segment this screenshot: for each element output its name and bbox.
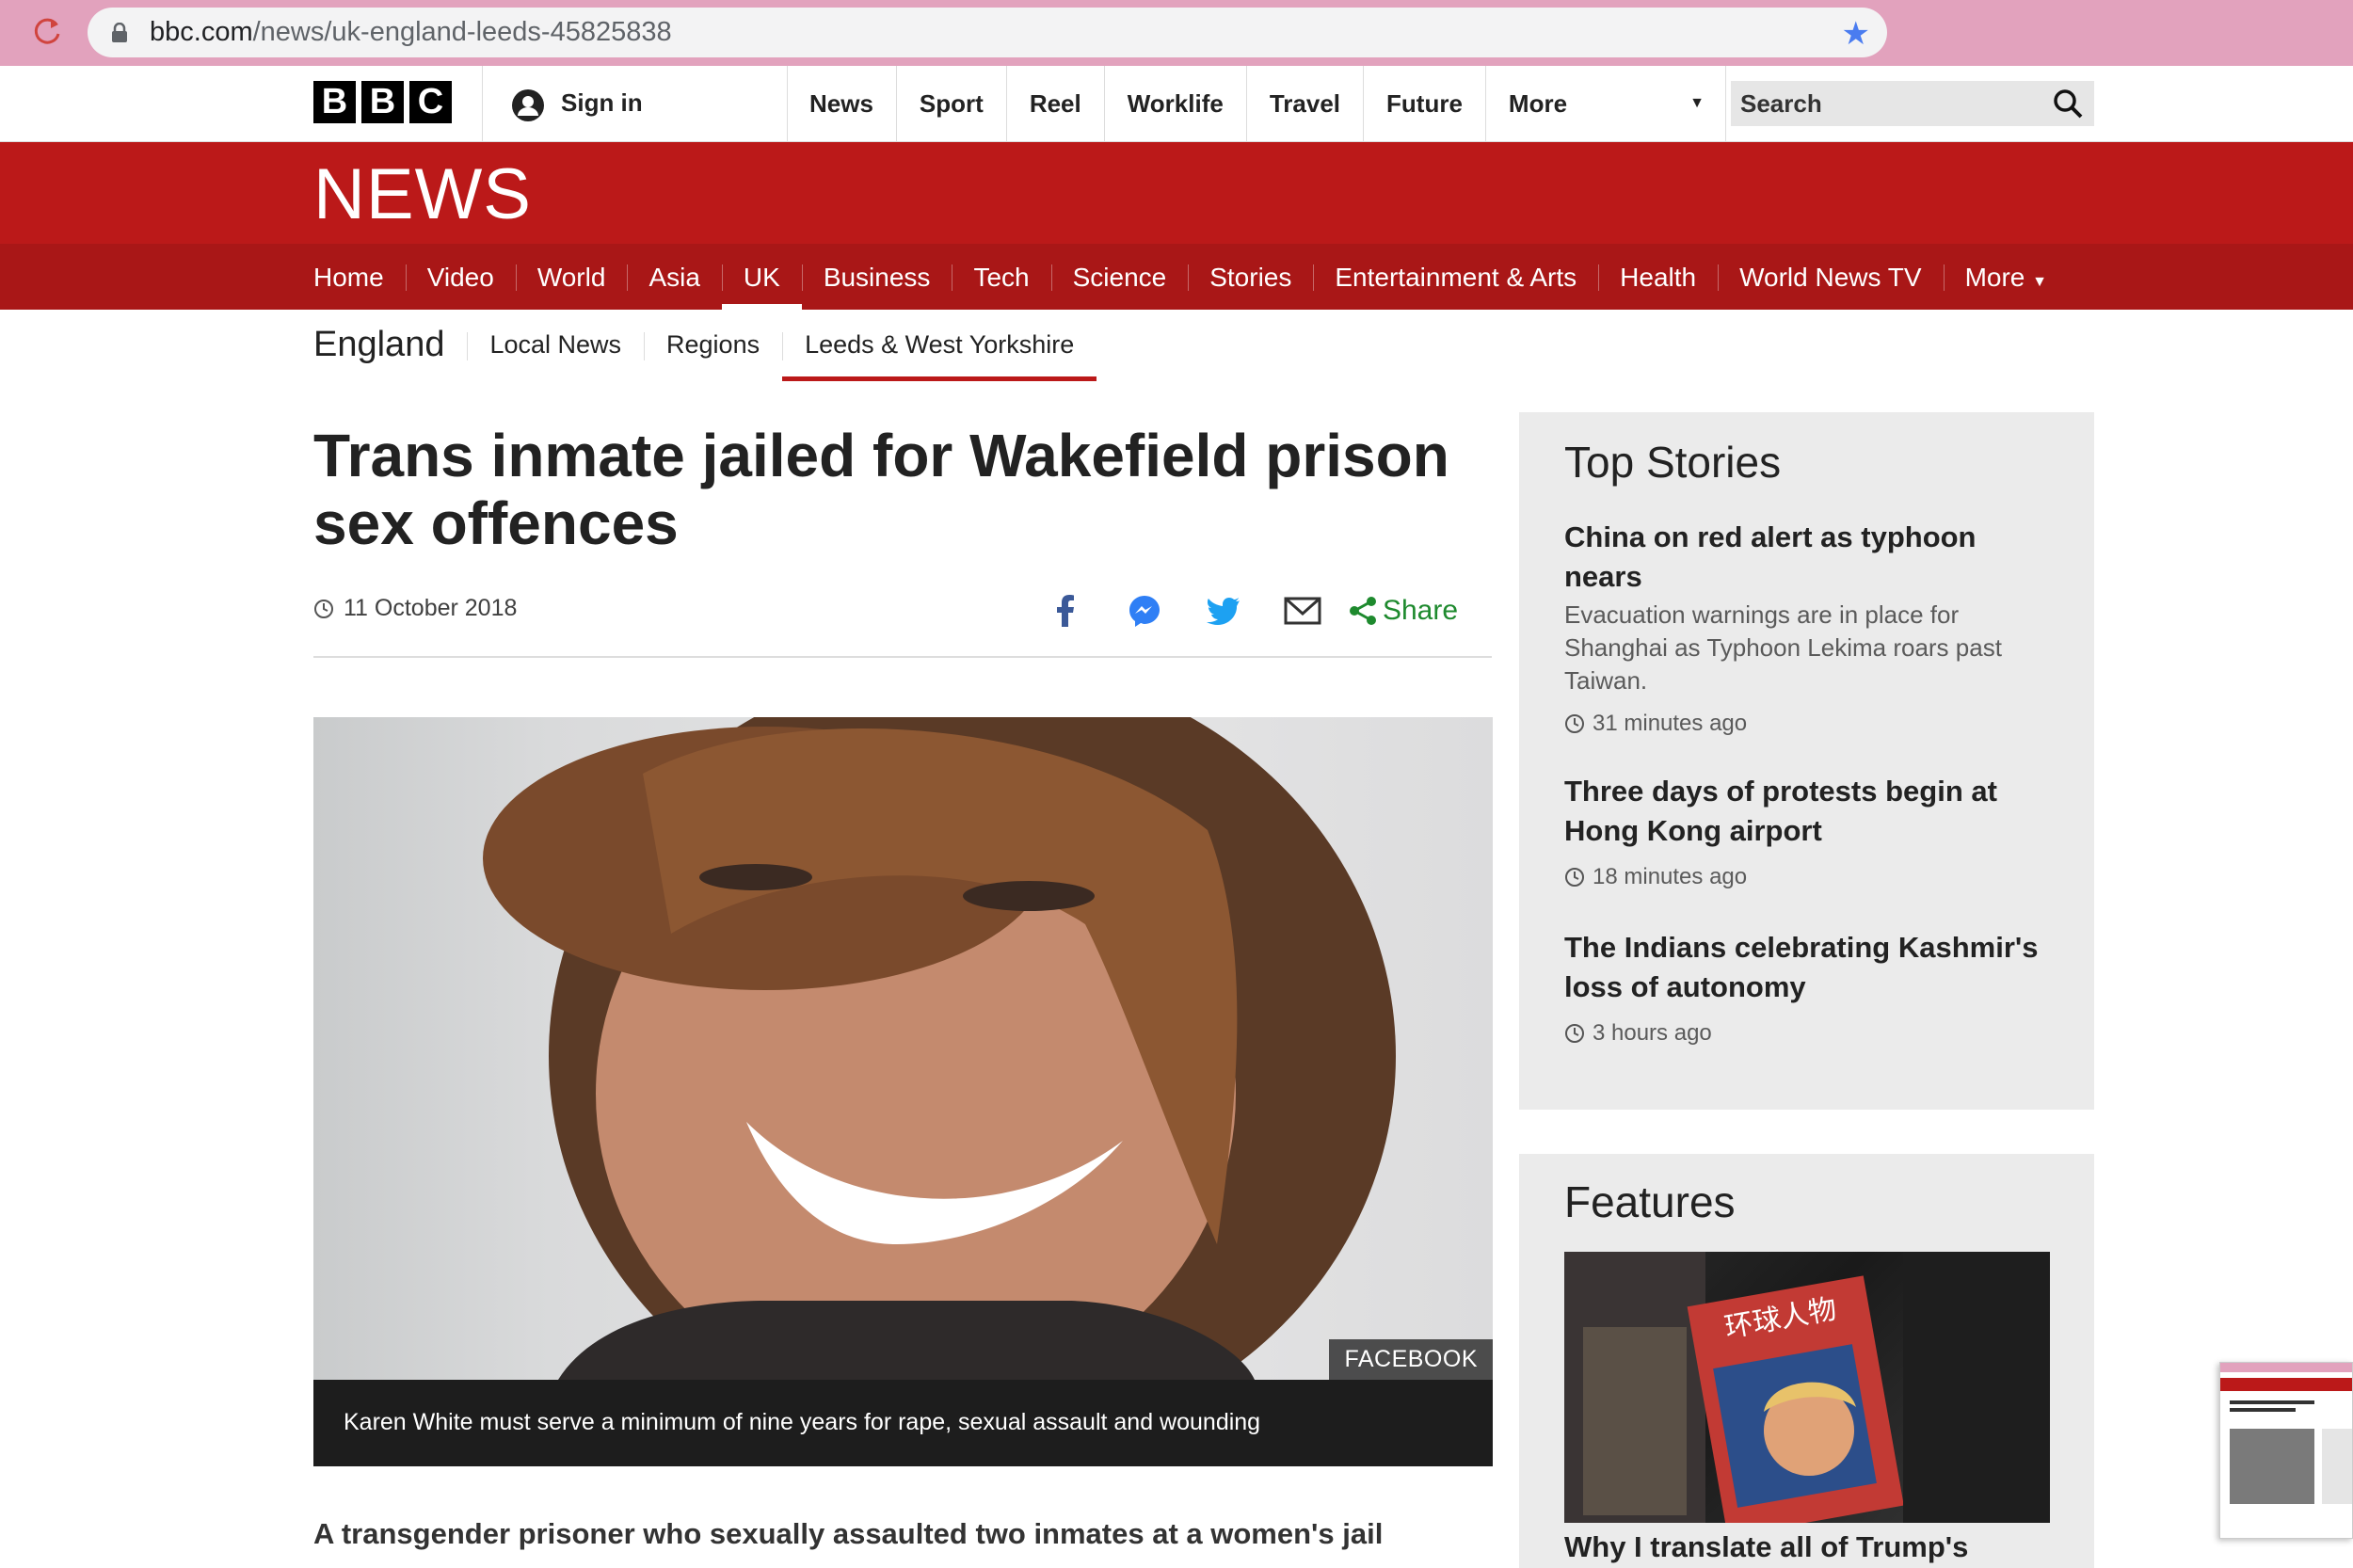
top-story-title[interactable]: The Indians celebrating Kashmir's loss o…: [1564, 928, 2054, 1007]
top-story-title[interactable]: Three days of protests begin at Hong Kon…: [1564, 772, 2054, 851]
top-story-time: 3 hours ago: [1564, 1020, 2054, 1047]
nav-item-worklife[interactable]: Worklife: [1105, 66, 1247, 141]
top-stories-title: Top Stories: [1564, 438, 1782, 487]
news-nav-tech[interactable]: Tech: [952, 244, 1050, 310]
page-thumbnail-image: [2220, 1363, 2352, 1504]
divider: [313, 656, 1492, 658]
bbc-logo[interactable]: B B C: [313, 81, 452, 123]
news-nav-asia[interactable]: Asia: [627, 244, 721, 310]
section-local-news[interactable]: Local News: [467, 313, 644, 376]
top-story-time-label: 31 minutes ago: [1593, 711, 1748, 736]
nav-item-future[interactable]: Future: [1364, 66, 1486, 141]
reload-icon[interactable]: [28, 13, 66, 51]
messenger-icon: [1129, 596, 1160, 627]
email-icon: [1284, 597, 1321, 625]
top-stories-panel: Top Stories China on red alert as typhoo…: [1519, 412, 2094, 1110]
clock-icon: [1565, 868, 1584, 887]
top-story-time: 31 minutes ago: [1564, 711, 2054, 737]
top-story-item[interactable]: The Indians celebrating Kashmir's loss o…: [1564, 928, 2054, 1047]
browser-toolbar: bbc.com/news/uk-england-leeds-45825838 ★: [0, 0, 2353, 66]
news-nav-more[interactable]: More ▼: [1943, 244, 2069, 310]
nav-more-label: More: [1508, 89, 1568, 118]
photo-caption: Karen White must serve a minimum of nine…: [313, 1380, 1493, 1466]
news-nav-health[interactable]: Health: [1598, 244, 1718, 310]
lock-icon: [112, 23, 127, 42]
facebook-share-button[interactable]: [1026, 587, 1105, 634]
feature-image[interactable]: 环球人物: [1564, 1252, 2050, 1523]
news-nav-entertainment[interactable]: Entertainment & Arts: [1313, 244, 1598, 310]
news-nav-more-label: More: [1964, 263, 2025, 292]
top-story-time-label: 18 minutes ago: [1593, 864, 1748, 889]
bbc-masthead: B B C Sign in News Sport Reel Worklife T…: [0, 66, 2353, 142]
article-date: 11 October 2018: [344, 595, 518, 621]
top-story-title[interactable]: China on red alert as typhoon nears: [1564, 518, 2054, 597]
clock-icon: [314, 599, 333, 618]
news-nav-stories[interactable]: Stories: [1188, 244, 1313, 310]
screenshot-thumbnail[interactable]: [2219, 1362, 2353, 1539]
share-button[interactable]: Share: [1342, 587, 1465, 634]
features-panel: Features 环球人物 Why I translate all of Tru…: [1519, 1154, 2094, 1568]
article-lede: A transgender prisoner who sexually assa…: [313, 1517, 1384, 1550]
top-story-time: 18 minutes ago: [1564, 864, 2054, 890]
facebook-icon: [1057, 595, 1074, 627]
nav-item-news[interactable]: News: [787, 66, 897, 141]
news-nav-science[interactable]: Science: [1050, 244, 1189, 310]
account-icon: [512, 89, 544, 121]
news-nav-world-news-tv[interactable]: World News TV: [1718, 244, 1943, 310]
news-nav-uk[interactable]: UK: [721, 244, 802, 310]
photo-credit: FACEBOOK: [1329, 1339, 1493, 1380]
article-meta: 11 October 2018: [313, 595, 517, 622]
share-icon: [1349, 597, 1376, 625]
portrait-image: [483, 717, 1396, 1380]
twitter-share-button[interactable]: [1184, 587, 1263, 634]
nav-item-sport[interactable]: Sport: [897, 66, 1007, 141]
top-story-summary: Evacuation warnings are in place for Sha…: [1564, 600, 2002, 695]
share-tools: Share: [1026, 587, 1465, 634]
features-title: Features: [1564, 1177, 1736, 1226]
magazine-cover-image: 环球人物: [1564, 1252, 2050, 1523]
caret-down-icon: ▼: [1689, 95, 1705, 111]
section-leeds-west-yorkshire[interactable]: Leeds & West Yorkshire: [782, 313, 1097, 381]
top-story-time-label: 3 hours ago: [1593, 1020, 1712, 1046]
search-label: Search: [1740, 89, 1822, 118]
news-nav-world[interactable]: World: [515, 244, 628, 310]
messenger-share-button[interactable]: [1105, 587, 1184, 634]
nav-item-reel[interactable]: Reel: [1007, 66, 1105, 141]
section-regions[interactable]: Regions: [644, 313, 782, 376]
article-photo[interactable]: FACEBOOK: [313, 717, 1493, 1380]
news-nav-business[interactable]: Business: [801, 244, 952, 310]
news-wordmark[interactable]: NEWS: [313, 153, 532, 235]
bookmark-star-icon[interactable]: ★: [1842, 15, 1870, 53]
top-story-item[interactable]: China on red alert as typhoon nears Evac…: [1564, 518, 2054, 737]
sign-in-label: Sign in: [561, 88, 643, 117]
logo-letter: B: [313, 81, 356, 123]
bbc-top-nav: News Sport Reel Worklife Travel Future M…: [787, 66, 1726, 141]
nav-more-dropdown[interactable]: More ▼: [1486, 66, 1726, 141]
news-nav: Home Video World Asia UK Business Tech S…: [0, 244, 2353, 310]
address-bar[interactable]: bbc.com/news/uk-england-leeds-45825838 ★: [88, 8, 1887, 57]
caret-down-icon: ▼: [2032, 274, 2047, 290]
news-nav-home[interactable]: Home: [313, 244, 406, 310]
email-share-button[interactable]: [1263, 587, 1342, 634]
section-title[interactable]: England: [313, 325, 467, 365]
clock-icon: [1565, 1024, 1584, 1043]
twitter-icon: [1207, 598, 1240, 625]
article-headline: Trans inmate jailed for Wakefield prison…: [313, 422, 1449, 557]
logo-letter: B: [361, 81, 404, 123]
logo-letter: C: [409, 81, 452, 123]
clock-icon: [1565, 714, 1584, 733]
top-story-item[interactable]: Three days of protests begin at Hong Kon…: [1564, 772, 2054, 890]
section-nav: England Local News Regions Leeds & West …: [313, 311, 1097, 381]
sign-in-button[interactable]: Sign in: [482, 66, 788, 141]
search-box[interactable]: Search: [1731, 81, 2094, 126]
feature-title[interactable]: Why I translate all of Trump's: [1564, 1530, 1968, 1564]
news-banner: NEWS: [0, 142, 2353, 244]
news-nav-video[interactable]: Video: [405, 244, 516, 310]
nav-item-travel[interactable]: Travel: [1247, 66, 1365, 141]
url-text: bbc.com/news/uk-england-leeds-45825838: [150, 17, 672, 47]
share-label: Share: [1382, 595, 1459, 626]
search-icon[interactable]: [2051, 87, 2085, 120]
